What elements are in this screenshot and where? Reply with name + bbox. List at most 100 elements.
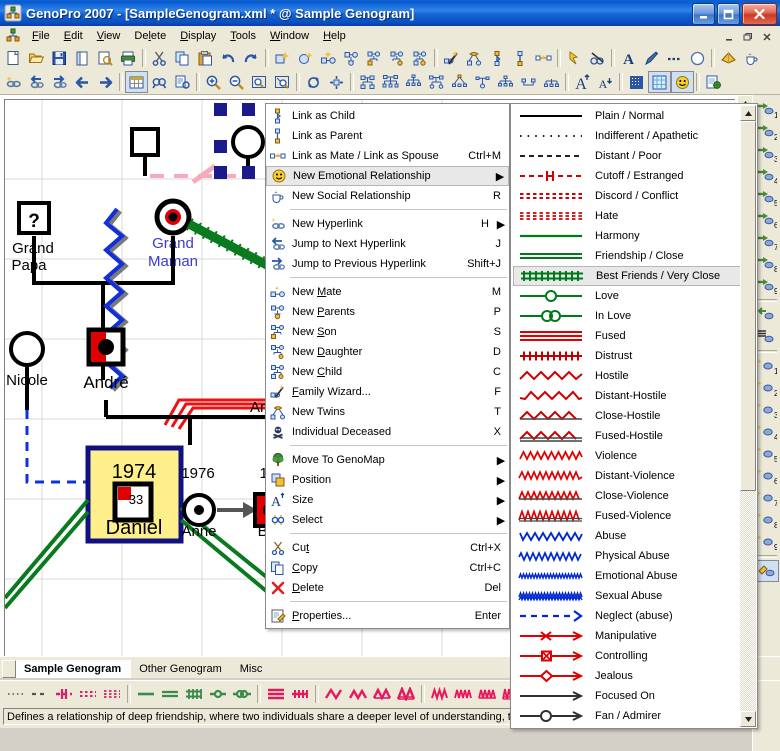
submenu-scroll-track[interactable]	[740, 121, 756, 711]
submenu-item-love[interactable]: Love	[513, 286, 755, 306]
new-icon[interactable]	[2, 47, 25, 69]
jump-previous-hyperlink-icon[interactable]	[48, 71, 71, 93]
social-icon[interactable]	[740, 47, 763, 69]
font-decrease-icon[interactable]: A	[594, 71, 617, 93]
rel-best-friends-icon[interactable]	[182, 683, 206, 705]
menu-item-new-emotional-relationship[interactable]: New Emotional Relationship ▶	[266, 166, 509, 186]
layout-descendant-icon[interactable]	[425, 71, 448, 93]
menu-item-jump-to-next-hyperlink[interactable]: Jump to Next Hyperlink J	[266, 234, 509, 254]
layout-couple-icon[interactable]	[517, 71, 540, 93]
social-relationship-icon[interactable]	[586, 47, 609, 69]
hyperlink-new-7-icon[interactable]: 7	[755, 487, 779, 509]
submenu-item-indifferent-apathetic[interactable]: Indifferent / Apathetic	[513, 126, 755, 146]
hyperlink-new-2-icon[interactable]: 2	[755, 377, 779, 399]
submenu-scroll-up-button[interactable]	[740, 105, 756, 121]
submenu-item-physical-abuse[interactable]: Physical Abuse	[513, 546, 755, 566]
menu-edit[interactable]: Edit	[57, 28, 90, 44]
rel-fused-icon[interactable]	[264, 683, 288, 705]
new-mate-icon[interactable]	[317, 47, 340, 69]
rel-close-violence-icon[interactable]	[476, 683, 500, 705]
menu-item-new-twins[interactable]: New Twins T	[266, 402, 509, 422]
hyperlink-list-icon[interactable]	[755, 326, 779, 348]
link-as-child-icon[interactable]	[486, 47, 509, 69]
line-tool-icon[interactable]	[663, 47, 686, 69]
menu-item-new-mate[interactable]: New Mate M	[266, 282, 509, 302]
layout-spread-icon[interactable]	[494, 71, 517, 93]
submenu-scroll-thumb[interactable]	[740, 121, 756, 491]
rel-cutoff-icon[interactable]	[52, 683, 76, 705]
submenu-item-cutoff-estranged[interactable]: Cutoff / Estranged	[513, 166, 755, 186]
layout-generation-icon[interactable]	[402, 71, 425, 93]
pen-tool-icon[interactable]	[640, 47, 663, 69]
align-center-icon[interactable]	[325, 71, 348, 93]
submenu-item-fused-hostile[interactable]: Fused-Hostile	[513, 426, 755, 446]
hyperlink-9-icon[interactable]: 9	[755, 275, 779, 297]
hyperlink-3-icon[interactable]: 3	[755, 143, 779, 165]
rel-distrust-icon[interactable]	[288, 683, 312, 705]
rel-fused-hostile-icon[interactable]	[394, 683, 418, 705]
hyperlink-new-9-icon[interactable]: 9	[755, 531, 779, 553]
new-female-icon[interactable]	[294, 47, 317, 69]
menu-item-new-daughter[interactable]: New Daughter D	[266, 342, 509, 362]
submenu-item-distant-violence[interactable]: Distant-Violence	[513, 466, 755, 486]
minimize-button[interactable]	[692, 3, 715, 25]
find-icon[interactable]	[148, 71, 171, 93]
zoom-in-icon[interactable]	[202, 71, 225, 93]
pyramid-icon[interactable]	[717, 47, 740, 69]
redo-icon[interactable]	[240, 47, 263, 69]
hyperlink-8-icon[interactable]: 8	[755, 253, 779, 275]
submenu-item-manipulative[interactable]: Manipulative	[513, 626, 755, 646]
rel-love-icon[interactable]	[206, 683, 230, 705]
hyperlink-new-8-icon[interactable]: 8	[755, 509, 779, 531]
menu-view[interactable]: View	[90, 28, 128, 44]
menu-item-link-as-child[interactable]: Link as Child	[266, 106, 509, 126]
jump-next-hyperlink-icon[interactable]	[25, 71, 48, 93]
menu-item-new-parents[interactable]: New Parents P	[266, 302, 509, 322]
menu-item-select[interactable]: Select ▶	[266, 510, 509, 530]
rel-close-hostile-icon[interactable]	[370, 683, 394, 705]
submenu-item-fan-admirer[interactable]: Fan / Admirer	[513, 706, 755, 726]
submenu-item-distant-hostile[interactable]: Distant-Hostile	[513, 386, 755, 406]
rel-hate-icon[interactable]	[100, 683, 124, 705]
menu-item-link-as-parent[interactable]: Link as Parent	[266, 126, 509, 146]
tab-scroll-left[interactable]	[2, 660, 16, 678]
zoom-selection-icon[interactable]	[248, 71, 271, 93]
submenu-item-focused-on[interactable]: Focused On	[513, 686, 755, 706]
emotional-relationship-icon[interactable]	[563, 47, 586, 69]
rel-discord-icon[interactable]	[76, 683, 100, 705]
layout-siblings-icon[interactable]	[540, 71, 563, 93]
paste-icon[interactable]	[194, 47, 217, 69]
submenu-item-abuse[interactable]: Abuse	[513, 526, 755, 546]
grid-dots-icon[interactable]	[625, 71, 648, 93]
hyperlink-4-icon[interactable]: 4	[755, 165, 779, 187]
hyperlink-edit-icon[interactable]	[755, 560, 779, 582]
grid-show-icon[interactable]	[648, 71, 671, 93]
text-tool-icon[interactable]: A	[617, 47, 640, 69]
submenu-item-distant-poor[interactable]: Distant / Poor	[513, 146, 755, 166]
report-icon[interactable]	[171, 71, 194, 93]
new-hyperlink-icon[interactable]	[2, 71, 25, 93]
hyperlink-1-icon[interactable]: 1	[755, 99, 779, 121]
layout-compact-icon[interactable]	[471, 71, 494, 93]
menu-help[interactable]: Help	[316, 28, 353, 44]
hyperlink-2-icon[interactable]: 2	[755, 121, 779, 143]
hyperlink-5-icon[interactable]: 5	[755, 187, 779, 209]
submenu-item-fused-violence[interactable]: Fused-Violence	[513, 506, 755, 526]
hyperlink-7-icon[interactable]: 7	[755, 231, 779, 253]
menu-item-family-wizard[interactable]: Family Wizard... F	[266, 382, 509, 402]
layout-family-icon[interactable]	[379, 71, 402, 93]
menu-file[interactable]: File	[25, 28, 57, 44]
submenu-item-hate[interactable]: Hate	[513, 206, 755, 226]
copy-icon[interactable]	[171, 47, 194, 69]
menu-item-cut[interactable]: Cut Ctrl+X	[266, 538, 509, 558]
menu-tools[interactable]: Tools	[223, 28, 263, 44]
new-daughter-icon[interactable]	[386, 47, 409, 69]
submenu-item-sexual-abuse[interactable]: Sexual Abuse	[513, 586, 755, 606]
menu-item-position[interactable]: Position ▶	[266, 470, 509, 490]
submenu-scrollbar[interactable]	[740, 105, 756, 727]
jump-back-icon[interactable]	[755, 304, 779, 326]
mdi-minimize-button[interactable]	[720, 28, 738, 45]
new-individual-icon[interactable]	[271, 47, 294, 69]
print-icon[interactable]	[117, 47, 140, 69]
menu-item-move-to-genomap[interactable]: Move To GenoMap ▶	[266, 450, 509, 470]
